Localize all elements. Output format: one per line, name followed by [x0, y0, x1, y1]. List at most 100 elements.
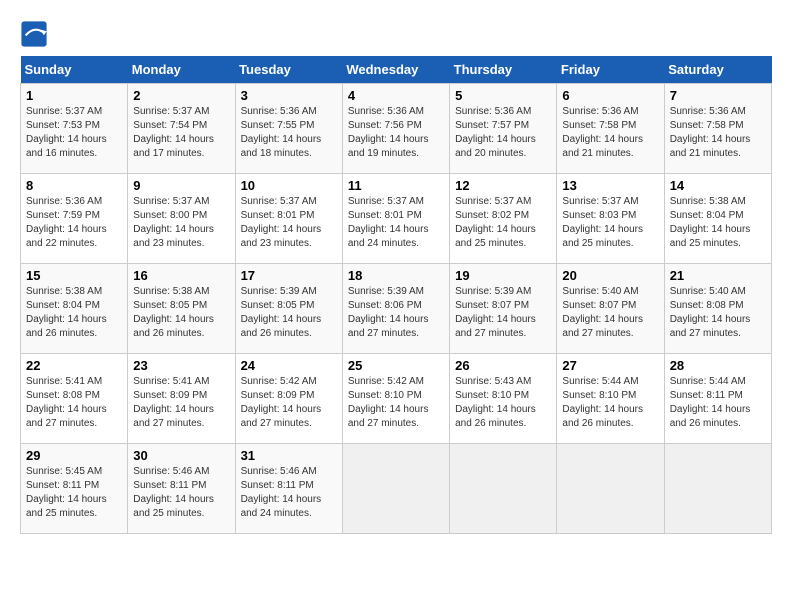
day-info: Sunrise: 5:37 AM Sunset: 8:01 PM Dayligh… — [348, 195, 444, 251]
day-number: 13 — [562, 178, 658, 193]
calendar-day-cell — [342, 444, 449, 534]
day-number: 19 — [455, 268, 551, 283]
calendar-header-tuesday: Tuesday — [235, 56, 342, 84]
day-info: Sunrise: 5:36 AM Sunset: 7:58 PM Dayligh… — [562, 105, 658, 161]
day-info: Sunrise: 5:37 AM Sunset: 7:54 PM Dayligh… — [133, 105, 229, 161]
calendar-day-cell: 9 Sunrise: 5:37 AM Sunset: 8:00 PM Daylig… — [128, 174, 235, 264]
day-number: 10 — [241, 178, 337, 193]
calendar-header-saturday: Saturday — [664, 56, 771, 84]
day-number: 28 — [670, 358, 766, 373]
calendar-day-cell: 10 Sunrise: 5:37 AM Sunset: 8:01 PM Dayli… — [235, 174, 342, 264]
calendar-day-cell: 28 Sunrise: 5:44 AM Sunset: 8:11 PM Dayli… — [664, 354, 771, 444]
calendar-header-sunday: Sunday — [21, 56, 128, 84]
calendar-day-cell: 20 Sunrise: 5:40 AM Sunset: 8:07 PM Dayli… — [557, 264, 664, 354]
day-number: 9 — [133, 178, 229, 193]
day-info: Sunrise: 5:37 AM Sunset: 8:02 PM Dayligh… — [455, 195, 551, 251]
day-info: Sunrise: 5:38 AM Sunset: 8:05 PM Dayligh… — [133, 285, 229, 341]
day-info: Sunrise: 5:44 AM Sunset: 8:11 PM Dayligh… — [670, 375, 766, 431]
day-info: Sunrise: 5:42 AM Sunset: 8:09 PM Dayligh… — [241, 375, 337, 431]
calendar-header-row: SundayMondayTuesdayWednesdayThursdayFrid… — [21, 56, 772, 84]
page-header — [20, 20, 772, 48]
day-info: Sunrise: 5:39 AM Sunset: 8:05 PM Dayligh… — [241, 285, 337, 341]
calendar-day-cell: 5 Sunrise: 5:36 AM Sunset: 7:57 PM Daylig… — [450, 84, 557, 174]
day-info: Sunrise: 5:40 AM Sunset: 8:08 PM Dayligh… — [670, 285, 766, 341]
calendar-day-cell: 15 Sunrise: 5:38 AM Sunset: 8:04 PM Dayli… — [21, 264, 128, 354]
calendar-day-cell — [664, 444, 771, 534]
calendar-day-cell: 7 Sunrise: 5:36 AM Sunset: 7:58 PM Daylig… — [664, 84, 771, 174]
day-number: 24 — [241, 358, 337, 373]
day-info: Sunrise: 5:43 AM Sunset: 8:10 PM Dayligh… — [455, 375, 551, 431]
day-number: 12 — [455, 178, 551, 193]
calendar-day-cell: 11 Sunrise: 5:37 AM Sunset: 8:01 PM Dayli… — [342, 174, 449, 264]
day-number: 20 — [562, 268, 658, 283]
calendar-day-cell: 27 Sunrise: 5:44 AM Sunset: 8:10 PM Dayli… — [557, 354, 664, 444]
day-info: Sunrise: 5:36 AM Sunset: 7:56 PM Dayligh… — [348, 105, 444, 161]
day-info: Sunrise: 5:45 AM Sunset: 8:11 PM Dayligh… — [26, 465, 122, 521]
calendar-day-cell: 18 Sunrise: 5:39 AM Sunset: 8:06 PM Dayli… — [342, 264, 449, 354]
calendar-header-monday: Monday — [128, 56, 235, 84]
calendar-table: SundayMondayTuesdayWednesdayThursdayFrid… — [20, 56, 772, 534]
calendar-week-row: 8Sunrise: 5:36 AM Sunset: 7:59 PM Daylig… — [21, 174, 772, 264]
day-number: 5 — [455, 88, 551, 103]
day-number: 15 — [26, 268, 122, 283]
day-info: Sunrise: 5:44 AM Sunset: 8:10 PM Dayligh… — [562, 375, 658, 431]
day-number: 11 — [348, 178, 444, 193]
day-info: Sunrise: 5:36 AM Sunset: 7:58 PM Dayligh… — [670, 105, 766, 161]
calendar-day-cell: 16 Sunrise: 5:38 AM Sunset: 8:05 PM Dayli… — [128, 264, 235, 354]
calendar-day-cell: 29 Sunrise: 5:45 AM Sunset: 8:11 PM Dayli… — [21, 444, 128, 534]
day-info: Sunrise: 5:39 AM Sunset: 8:06 PM Dayligh… — [348, 285, 444, 341]
day-number: 1 — [26, 88, 122, 103]
calendar-week-row: 29 Sunrise: 5:45 AM Sunset: 8:11 PM Dayli… — [21, 444, 772, 534]
day-info: Sunrise: 5:40 AM Sunset: 8:07 PM Dayligh… — [562, 285, 658, 341]
calendar-week-row: 15 Sunrise: 5:38 AM Sunset: 8:04 PM Dayli… — [21, 264, 772, 354]
day-info: Sunrise: 5:46 AM Sunset: 8:11 PM Dayligh… — [241, 465, 337, 521]
calendar-header-friday: Friday — [557, 56, 664, 84]
day-number: 16 — [133, 268, 229, 283]
day-number: 26 — [455, 358, 551, 373]
calendar-day-cell — [557, 444, 664, 534]
calendar-day-cell: 4Sunrise: 5:36 AM Sunset: 7:56 PM Daylig… — [342, 84, 449, 174]
day-number: 18 — [348, 268, 444, 283]
calendar-day-cell: 26 Sunrise: 5:43 AM Sunset: 8:10 PM Dayli… — [450, 354, 557, 444]
day-number: 3 — [241, 88, 337, 103]
calendar-day-cell: 23Sunrise: 5:41 AM Sunset: 8:09 PM Dayli… — [128, 354, 235, 444]
calendar-day-cell: 25 Sunrise: 5:42 AM Sunset: 8:10 PM Dayli… — [342, 354, 449, 444]
day-info: Sunrise: 5:41 AM Sunset: 8:08 PM Dayligh… — [26, 375, 122, 431]
calendar-day-cell: 2 Sunrise: 5:37 AM Sunset: 7:54 PM Daylig… — [128, 84, 235, 174]
calendar-day-cell: 14Sunrise: 5:38 AM Sunset: 8:04 PM Dayli… — [664, 174, 771, 264]
calendar-day-cell: 1 Sunrise: 5:37 AM Sunset: 7:53 PM Daylig… — [21, 84, 128, 174]
day-info: Sunrise: 5:46 AM Sunset: 8:11 PM Dayligh… — [133, 465, 229, 521]
day-number: 2 — [133, 88, 229, 103]
day-info: Sunrise: 5:38 AM Sunset: 8:04 PM Dayligh… — [26, 285, 122, 341]
day-number: 23 — [133, 358, 229, 373]
day-info: Sunrise: 5:37 AM Sunset: 8:03 PM Dayligh… — [562, 195, 658, 251]
calendar-day-cell: 31Sunrise: 5:46 AM Sunset: 8:11 PM Dayli… — [235, 444, 342, 534]
day-info: Sunrise: 5:36 AM Sunset: 7:55 PM Dayligh… — [241, 105, 337, 161]
calendar-header-thursday: Thursday — [450, 56, 557, 84]
calendar-day-cell: 17Sunrise: 5:39 AM Sunset: 8:05 PM Dayli… — [235, 264, 342, 354]
day-number: 7 — [670, 88, 766, 103]
day-number: 21 — [670, 268, 766, 283]
calendar-day-cell: 30 Sunrise: 5:46 AM Sunset: 8:11 PM Dayli… — [128, 444, 235, 534]
calendar-day-cell: 21 Sunrise: 5:40 AM Sunset: 8:08 PM Dayli… — [664, 264, 771, 354]
day-info: Sunrise: 5:37 AM Sunset: 8:01 PM Dayligh… — [241, 195, 337, 251]
day-info: Sunrise: 5:42 AM Sunset: 8:10 PM Dayligh… — [348, 375, 444, 431]
calendar-week-row: 22Sunrise: 5:41 AM Sunset: 8:08 PM Dayli… — [21, 354, 772, 444]
calendar-day-cell: 12 Sunrise: 5:37 AM Sunset: 8:02 PM Dayli… — [450, 174, 557, 264]
calendar-day-cell: 24 Sunrise: 5:42 AM Sunset: 8:09 PM Dayli… — [235, 354, 342, 444]
calendar-week-row: 1 Sunrise: 5:37 AM Sunset: 7:53 PM Daylig… — [21, 84, 772, 174]
day-number: 27 — [562, 358, 658, 373]
logo-icon — [20, 20, 48, 48]
day-info: Sunrise: 5:37 AM Sunset: 8:00 PM Dayligh… — [133, 195, 229, 251]
calendar-day-cell: 13 Sunrise: 5:37 AM Sunset: 8:03 PM Dayli… — [557, 174, 664, 264]
day-number: 14 — [670, 178, 766, 193]
day-info: Sunrise: 5:37 AM Sunset: 7:53 PM Dayligh… — [26, 105, 122, 161]
day-info: Sunrise: 5:36 AM Sunset: 7:57 PM Dayligh… — [455, 105, 551, 161]
day-number: 6 — [562, 88, 658, 103]
day-number: 25 — [348, 358, 444, 373]
calendar-day-cell: 3 Sunrise: 5:36 AM Sunset: 7:55 PM Daylig… — [235, 84, 342, 174]
day-info: Sunrise: 5:36 AM Sunset: 7:59 PM Dayligh… — [26, 195, 122, 251]
day-number: 30 — [133, 448, 229, 463]
day-number: 29 — [26, 448, 122, 463]
calendar-day-cell: 22Sunrise: 5:41 AM Sunset: 8:08 PM Dayli… — [21, 354, 128, 444]
